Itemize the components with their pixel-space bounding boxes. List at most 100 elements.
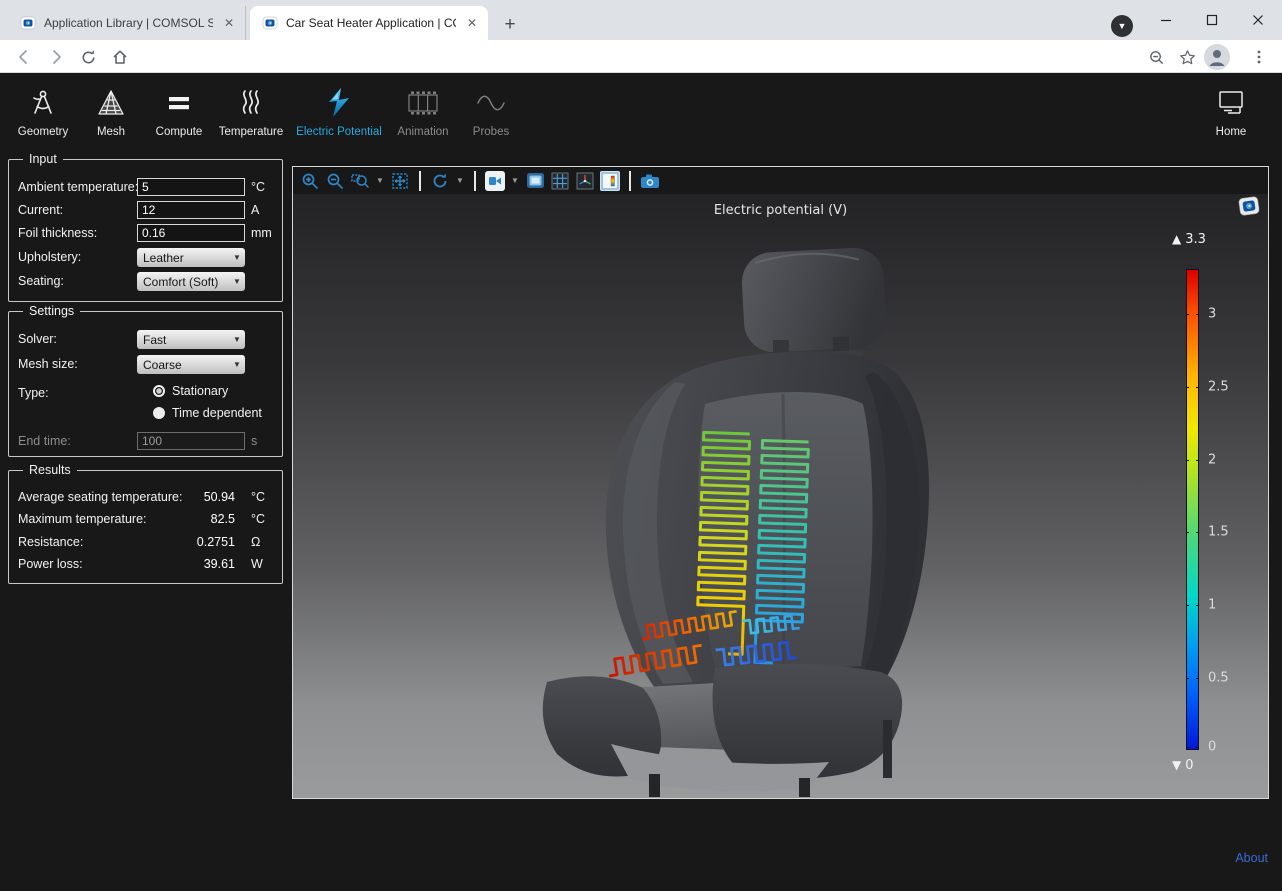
color-legend-toggle-icon[interactable]	[600, 171, 620, 191]
result-unit: °C	[251, 512, 265, 526]
dropdown-value: Coarse	[137, 358, 229, 372]
ribbon-button-animation: Animation	[390, 87, 456, 138]
radio-time-dependent[interactable]: Time dependent	[153, 406, 262, 420]
end-time-label: End time:	[18, 434, 71, 448]
solver-label: Solver:	[18, 332, 57, 346]
default-view-icon[interactable]	[485, 171, 505, 191]
radio-label: Time dependent	[172, 406, 262, 420]
upholstery-dropdown[interactable]: Leather ▼	[137, 248, 245, 267]
toolbar-separator	[474, 171, 476, 191]
foil-thickness-label: Foil thickness:	[18, 226, 97, 240]
legend-tick: 1.5	[1208, 525, 1229, 540]
legend-min-value: 0	[1185, 758, 1193, 773]
tab-close-icon[interactable]: ✕	[464, 15, 480, 31]
comsol-favicon-icon	[20, 15, 36, 31]
dropdown-value: Comfort (Soft)	[137, 275, 229, 289]
about-link[interactable]: About	[1235, 851, 1268, 865]
ribbon-label: Geometry	[18, 126, 69, 138]
mesh-size-label: Mesh size:	[18, 357, 78, 371]
radio-unselected-icon	[153, 407, 165, 419]
legend-max-marker-icon: ▲	[1172, 232, 1181, 246]
zoom-extents-icon[interactable]	[390, 171, 410, 191]
ribbon-button-electric-potential[interactable]: Electric Potential	[295, 87, 383, 138]
result-label: Average seating temperature:	[18, 490, 182, 504]
toolbar-separator	[419, 171, 421, 191]
graphics-toolbar: ▼ ▼ ▼	[293, 167, 1268, 194]
plot-canvas-3d-view[interactable]: Electric potential (V)	[293, 194, 1268, 798]
ambient-temperature-input[interactable]	[137, 178, 245, 196]
result-value: 0.2751	[197, 535, 235, 549]
tab-title: Application Library | COMSOL Se	[44, 16, 213, 30]
tab-application-library[interactable]: Application Library | COMSOL Se ✕	[8, 6, 246, 40]
group-title: Results	[23, 463, 77, 477]
comsol-logo-icon	[1238, 196, 1260, 217]
tab-close-icon[interactable]: ✕	[221, 15, 237, 31]
browser-menu-icon[interactable]	[1246, 44, 1272, 70]
ambient-temperature-unit: °C	[251, 180, 265, 194]
ribbon-button-home[interactable]: Home	[1188, 87, 1274, 138]
dropdown-value: Leather	[137, 251, 229, 265]
zoom-in-icon[interactable]	[300, 171, 320, 191]
window-maximize-button[interactable]	[1189, 0, 1235, 40]
reload-button[interactable]	[75, 44, 101, 70]
zoom-out-icon[interactable]	[325, 171, 345, 191]
legend-tick: 3	[1208, 306, 1216, 321]
zoom-box-icon[interactable]	[350, 171, 370, 191]
end-time-unit: s	[251, 434, 257, 448]
chevron-down-icon: ▼	[229, 253, 245, 262]
axes-icon[interactable]	[575, 171, 595, 191]
chevron-down-icon: ▼	[229, 335, 245, 344]
color-legend-bar: ▲3.3 3 2.5 2 1.5 1 0.5 0 ▼0	[1186, 269, 1199, 750]
animation-film-icon	[406, 87, 440, 119]
window-minimize-button[interactable]	[1143, 0, 1189, 40]
plot-title: Electric potential (V)	[293, 203, 1268, 218]
legend-min-marker-icon: ▼	[1172, 758, 1181, 772]
dropdown-value: Fast	[137, 333, 229, 347]
radio-stationary[interactable]: Stationary	[153, 384, 228, 398]
group-title: Input	[23, 152, 63, 166]
scene-light-icon[interactable]	[525, 171, 545, 191]
result-unit: °C	[251, 490, 265, 504]
ambient-temperature-label: Ambient temperature:	[18, 180, 138, 194]
window-close-button[interactable]	[1235, 0, 1281, 40]
grid-icon[interactable]	[550, 171, 570, 191]
result-value: 50.94	[204, 490, 235, 504]
compute-equals-icon	[164, 87, 194, 119]
home-button-browser[interactable]	[107, 44, 133, 70]
ribbon-label: Electric Potential	[296, 126, 382, 138]
new-tab-button[interactable]: +	[497, 13, 523, 39]
tab-car-seat-heater[interactable]: Car Seat Heater Application | CO ✕	[250, 6, 488, 40]
ribbon-button-temperature[interactable]: Temperature	[208, 87, 294, 138]
result-label: Resistance:	[18, 535, 83, 549]
back-button[interactable]	[11, 44, 37, 70]
group-results: Results Average seating temperature: 50.…	[8, 470, 283, 584]
legend-max: ▲3.3	[1172, 232, 1206, 247]
mesh-size-dropdown[interactable]: Coarse ▼	[137, 355, 245, 374]
solver-dropdown[interactable]: Fast ▼	[137, 330, 245, 349]
current-input[interactable]	[137, 201, 245, 219]
legend-tick: 2	[1208, 452, 1216, 467]
download-status-icon[interactable]: ▼	[1111, 15, 1133, 37]
browser-nav-bar: comsol.com/server-demo/app/car_seat_heat…	[0, 40, 1282, 73]
group-title: Settings	[23, 304, 80, 318]
type-label: Type:	[18, 386, 49, 400]
forward-button[interactable]	[43, 44, 69, 70]
comsol-favicon-icon	[262, 15, 278, 31]
view-dropdown-icon[interactable]: ▼	[510, 176, 520, 185]
rotate-view-icon[interactable]	[430, 171, 450, 191]
legend-tick: 1	[1208, 598, 1216, 613]
profile-avatar[interactable]	[1203, 43, 1231, 71]
chevron-down-icon: ▼	[229, 360, 245, 369]
bookmark-star-icon[interactable]	[1174, 44, 1200, 70]
mesh-icon	[96, 87, 126, 119]
foil-thickness-input[interactable]	[137, 224, 245, 242]
page-zoom-icon[interactable]	[1143, 44, 1169, 70]
snapshot-camera-icon[interactable]	[640, 171, 660, 191]
rotate-dropdown-icon[interactable]: ▼	[455, 176, 465, 185]
home-screen-icon	[1215, 87, 1247, 119]
current-unit: A	[251, 203, 259, 217]
zoom-box-dropdown-icon[interactable]: ▼	[375, 176, 385, 185]
seating-dropdown[interactable]: Comfort (Soft) ▼	[137, 272, 245, 291]
result-value: 39.61	[204, 557, 235, 571]
legend-tick: 0	[1208, 740, 1216, 755]
